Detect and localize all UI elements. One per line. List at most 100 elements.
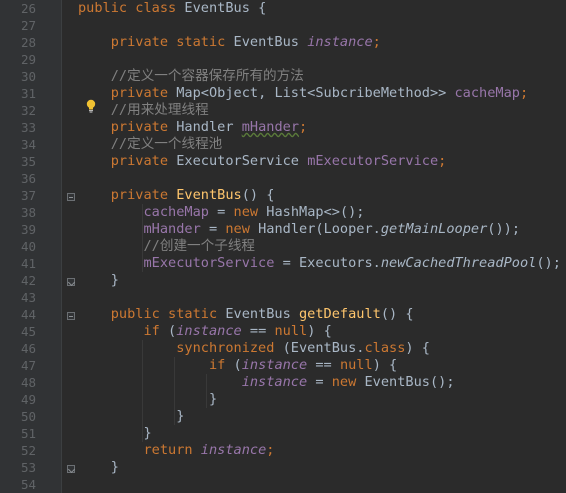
field: mHander [143,221,201,237]
line-number-text: 49 [20,392,36,407]
code-line[interactable]: private static EventBus instance; [62,34,566,51]
line-number: 40 [0,238,61,255]
punctuation: ; [438,153,447,169]
keyword: if [208,357,234,373]
line-number: 33 [0,119,61,136]
line-number-text: 50 [20,409,36,424]
code-line[interactable]: private EventBus() { [62,187,566,204]
line-number: 28 [0,34,61,51]
line-number-text: 44 [20,307,36,322]
line-number: 35 [0,153,61,170]
line-number: 42 [0,272,61,289]
code-line[interactable]: //用来处理线程 [62,102,566,119]
line-number-text: 52 [20,443,36,458]
code-line[interactable]: synchronized (EventBus.class) { [62,340,566,357]
code-editor[interactable]: 26 27 28 29 30 31 32 33 34 35 36 37 38 3… [0,0,566,493]
line-number: 32 [0,102,61,119]
keyword: public class [78,0,185,16]
type-name: Handler [176,119,242,135]
keyword: null [339,357,373,373]
code-line[interactable]: } [62,408,566,425]
punctuation: (); [536,255,561,271]
code-line[interactable]: //创建一个子线程 [62,238,566,255]
code-line[interactable]: } [62,272,566,289]
code-line[interactable]: private Map<Object, List<SubcribeMethod>… [62,85,566,102]
line-number: 49 [0,391,61,408]
line-number: 47 [0,357,61,374]
punctuation: () { [241,187,275,203]
field: mExecutorService [143,255,275,271]
keyword: private [110,187,177,203]
code-line[interactable]: if (instance == null) { [62,323,566,340]
keyword: synchronized [176,340,283,356]
line-number: 37 [0,187,61,204]
line-number-text: 46 [20,341,36,356]
static-field: instance [200,442,267,458]
code-line[interactable]: private ExecutorService mExecutorService… [62,153,566,170]
line-number-text: 48 [20,375,36,390]
line-number: 31 [0,85,61,102]
type-name: EventBus [225,306,299,322]
code-line[interactable]: } [62,459,566,476]
code-line[interactable]: return instance; [62,442,566,459]
line-number-text: 30 [20,69,36,84]
line-number: 46 [0,340,61,357]
code-line[interactable]: cacheMap = new HashMap<>(); [62,204,566,221]
code-line[interactable]: private Handler mHander; [62,119,566,136]
class-name: EventBus [184,0,250,16]
operator: = [208,204,234,220]
line-number-text: 42 [20,273,36,288]
brace: } [143,425,152,441]
code-line[interactable]: //定义一个线程池 [62,136,566,153]
keyword: class [364,340,406,356]
code-area[interactable]: public class EventBus { private static E… [62,0,566,493]
method-name: EventBus [176,187,242,203]
line-number-text: 51 [20,426,36,441]
line-number-text: 28 [20,35,36,50]
code-line[interactable]: public static EventBus getDefault() { [62,306,566,323]
line-number: 34 [0,136,61,153]
keyword: private static [110,34,234,50]
line-number-text: 38 [20,205,36,220]
expression: EventBus(); [364,374,455,390]
code-line[interactable]: } [62,391,566,408]
line-number: 52 [0,442,61,459]
line-number-gutter[interactable]: 26 27 28 29 30 31 32 33 34 35 36 37 38 3… [0,0,61,493]
type-name: Map<Object, List<SubcribeMethod>> [176,85,455,101]
punctuation: ; [519,85,529,101]
keyword: private [110,153,177,169]
code-line[interactable]: mExecutorService = Executors.newCachedTh… [62,255,566,272]
code-line[interactable]: public class EventBus { [62,0,566,17]
line-number-text: 35 [20,154,36,169]
line-number-text: 45 [20,324,36,339]
line-number: 27 [0,17,61,34]
line-number-text: 41 [20,256,36,271]
punctuation: ; [266,442,275,458]
line-number: 48 [0,374,61,391]
line-number-text: 43 [20,290,36,305]
line-number: 38 [0,204,61,221]
expression: Handler(Looper. [258,221,381,237]
line-number-text: 34 [20,137,36,152]
code-line[interactable]: mHander = new Handler(Looper.getMainLoop… [62,221,566,238]
operator: == [241,323,275,339]
line-number: 26 [0,0,61,17]
code-line[interactable]: //定义一个容器保存所有的方法 [62,68,566,85]
expression: (EventBus. [282,340,365,356]
line-number: 29 [0,51,61,68]
punctuation: ; [299,119,308,135]
line-number-text: 33 [20,120,36,135]
operator: = [307,374,332,390]
punctuation: ) { [307,323,332,339]
keyword: new [233,204,267,220]
static-field: instance [307,34,373,50]
code-line[interactable]: } [62,425,566,442]
line-number-text: 27 [20,18,36,33]
code-line[interactable]: instance = new EventBus(); [62,374,566,391]
field: mHander [241,119,300,135]
keyword: return [143,442,201,458]
punctuation: ) { [405,340,430,356]
punctuation: () { [380,306,414,322]
code-line[interactable]: if (instance == null) { [62,357,566,374]
static-field: instance [241,374,308,390]
